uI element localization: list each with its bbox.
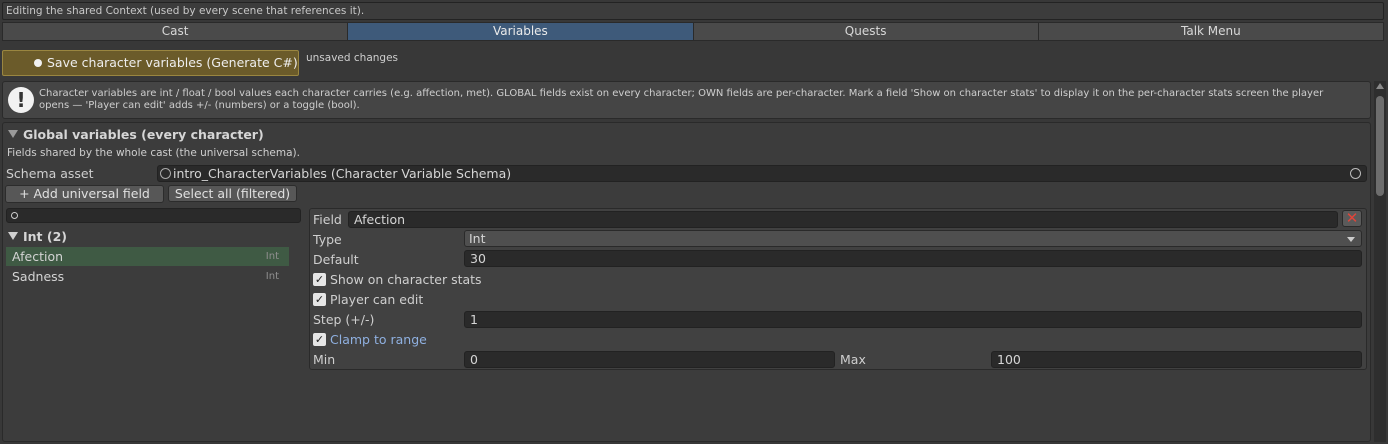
main-tabs: Cast Variables Quests Talk Menu: [2, 22, 1384, 41]
player-can-edit-checkbox[interactable]: ✓: [313, 293, 326, 306]
min-label: Min: [313, 352, 336, 367]
checkmark-icon: ✓: [314, 273, 325, 286]
list-item-type: Int: [265, 271, 279, 282]
list-item-name: Afection: [12, 249, 64, 264]
section-description: Fields shared by the whole cast (the uni…: [7, 147, 300, 159]
select-all-filtered-button[interactable]: Select all (filtered): [168, 185, 297, 202]
step-input[interactable]: 1: [464, 311, 1362, 328]
clamp-to-range-label: Clamp to range: [330, 332, 427, 347]
player-can-edit-label: Player can edit: [330, 292, 424, 307]
unsaved-dot-icon: [34, 59, 42, 67]
unsaved-status: unsaved changes: [306, 52, 399, 64]
show-on-stats-label: Show on character stats: [330, 272, 482, 287]
field-name-label: Field: [313, 212, 342, 227]
foldout-triangle-icon: [8, 232, 18, 240]
scroll-up-icon[interactable]: [1376, 83, 1384, 89]
tab-variables[interactable]: Variables: [348, 22, 694, 41]
search-icon: [11, 212, 18, 219]
context-banner: Editing the shared Context (used by ever…: [2, 2, 1384, 20]
checkmark-icon: ✓: [314, 333, 325, 346]
tab-talk-menu[interactable]: Talk Menu: [1038, 22, 1384, 41]
object-picker-icon[interactable]: [1350, 168, 1361, 179]
default-label: Default: [313, 252, 359, 267]
max-label: Max: [840, 352, 866, 367]
group-label: Int (2): [23, 229, 68, 244]
delete-field-button[interactable]: ✕: [1342, 210, 1362, 227]
help-text: Character variables are int / float / bo…: [39, 88, 1324, 111]
chevron-down-icon: [1347, 237, 1355, 242]
type-dropdown[interactable]: Int: [464, 230, 1362, 247]
close-icon: ✕: [1345, 209, 1359, 227]
type-value: Int: [469, 231, 486, 246]
save-character-variables-button[interactable]: Save character variables (Generate C#): [2, 50, 299, 76]
help-box: ! Character variables are int / float / …: [2, 81, 1371, 119]
add-universal-field-button[interactable]: + Add universal field: [5, 185, 164, 203]
scriptable-object-icon: [160, 168, 171, 179]
section-title: Global variables (every character): [23, 127, 264, 142]
show-on-stats-checkbox[interactable]: ✓: [313, 273, 326, 286]
group-int-foldout[interactable]: Int (2): [8, 229, 67, 244]
max-input[interactable]: 100: [991, 351, 1362, 368]
tab-quests[interactable]: Quests: [693, 22, 1039, 41]
list-item[interactable]: Sadness Int: [6, 267, 289, 286]
foldout-triangle-icon: [8, 130, 18, 138]
search-input[interactable]: [6, 208, 301, 223]
list-item-name: Sadness: [12, 269, 65, 284]
type-label: Type: [313, 232, 342, 247]
field-name-input[interactable]: Afection: [348, 211, 1338, 228]
tab-cast[interactable]: Cast: [2, 22, 349, 41]
step-label: Step (+/-): [313, 312, 375, 327]
section-foldout[interactable]: Global variables (every character): [8, 127, 264, 142]
schema-asset-label: Schema asset: [6, 166, 94, 181]
min-input[interactable]: 0: [464, 351, 835, 368]
schema-asset-field[interactable]: intro_CharacterVariables (Character Vari…: [157, 165, 1367, 182]
default-input[interactable]: 30: [464, 250, 1362, 267]
checkmark-icon: ✓: [314, 293, 325, 306]
clamp-to-range-checkbox[interactable]: ✓: [313, 333, 326, 346]
list-item[interactable]: Afection Int: [6, 247, 289, 266]
list-item-type: Int: [265, 251, 279, 262]
scrollbar-thumb[interactable]: [1376, 96, 1384, 196]
info-icon: !: [8, 87, 34, 113]
save-button-label: Save character variables (Generate C#): [47, 55, 298, 70]
schema-asset-value: intro_CharacterVariables (Character Vari…: [173, 166, 512, 181]
